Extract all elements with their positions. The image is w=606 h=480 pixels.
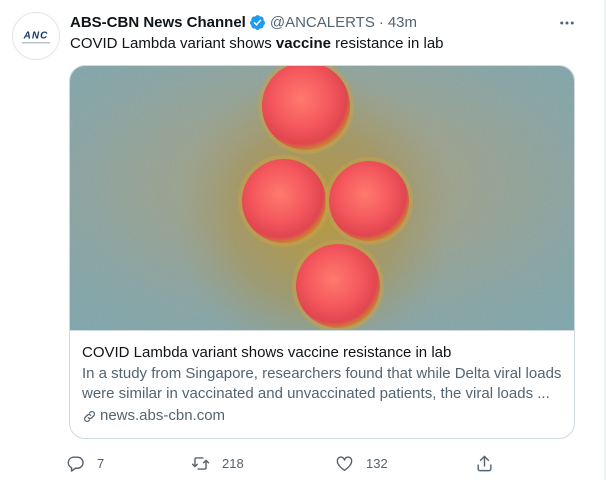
share-icon — [477, 455, 492, 471]
card-title[interactable]: COVID Lambda variant shows vaccine resis… — [82, 343, 562, 363]
like-count: 132 — [366, 455, 388, 471]
like-button[interactable]: 132 — [335, 452, 388, 474]
retweet-count: 218 — [222, 455, 244, 471]
heart-icon — [336, 455, 353, 471]
share-button[interactable] — [475, 452, 494, 474]
retweet-icon — [191, 456, 210, 470]
author-name[interactable]: ABS-CBN News Channel — [70, 14, 246, 31]
reply-icon — [67, 455, 84, 472]
anc-logo-icon: ANC — [20, 30, 52, 44]
card-domain-text: news.abs-cbn.com — [100, 407, 226, 424]
card-description-line: In a study from Singapore, researchers f… — [82, 365, 562, 382]
tweet[interactable]: ANC ABS-CBN News Channel @ANCALERTS · 43… — [0, 0, 606, 480]
tweet-header: ABS-CBN News Channel @ANCALERTS · 43m — [70, 12, 417, 32]
card-description: In a study from Singapore, researchers f… — [82, 364, 562, 404]
tweet-actions: 7 218 132 — [62, 452, 502, 474]
avatar[interactable]: ANC — [12, 12, 60, 60]
link-card[interactable]: COVID Lambda variant shows vaccine resis… — [69, 65, 575, 439]
tweet-text-part: COVID Lambda variant shows — [70, 35, 276, 52]
svg-text:ANC: ANC — [23, 31, 49, 42]
tweet-text-bold: vaccine — [275, 35, 331, 52]
tweet-time[interactable]: 43m — [388, 14, 417, 31]
author-handle[interactable]: @ANCALERTS — [270, 14, 375, 31]
verified-badge-icon — [249, 14, 266, 31]
card-domain[interactable]: news.abs-cbn.com — [82, 406, 562, 426]
tweet-text: COVID Lambda variant shows vaccine resis… — [70, 34, 444, 54]
reply-count: 7 — [97, 455, 105, 471]
more-options-icon[interactable] — [554, 10, 580, 36]
link-icon — [84, 410, 95, 422]
tweet-text-part: resistance in lab — [330, 35, 444, 52]
reply-button[interactable]: 7 — [66, 452, 104, 474]
card-body[interactable]: COVID Lambda variant shows vaccine resis… — [70, 330, 574, 438]
retweet-button[interactable]: 218 — [191, 452, 244, 474]
separator-dot: · — [378, 13, 384, 31]
virus-micrograph-image[interactable] — [70, 66, 574, 330]
card-description-line: were similar in vaccinated and unvaccina… — [82, 385, 550, 402]
